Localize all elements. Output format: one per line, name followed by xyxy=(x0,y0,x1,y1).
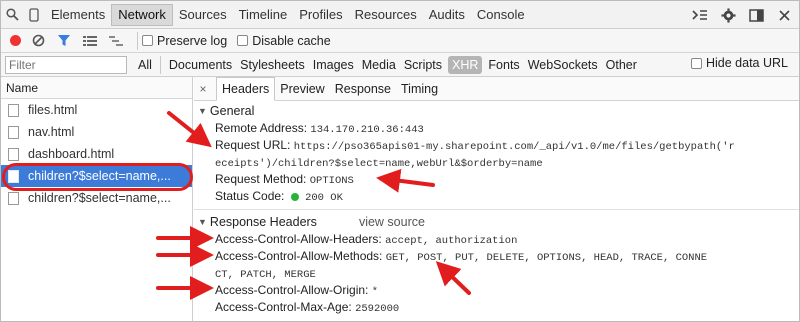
annotation-arrows xyxy=(156,111,471,300)
devtools-window: Elements Network Sources Timeline Profil… xyxy=(0,0,800,322)
arrow-to-methods-list-icon xyxy=(435,261,471,295)
arrow-to-request-method-icon xyxy=(376,168,435,193)
arrow-to-remote-address-icon xyxy=(167,111,212,148)
